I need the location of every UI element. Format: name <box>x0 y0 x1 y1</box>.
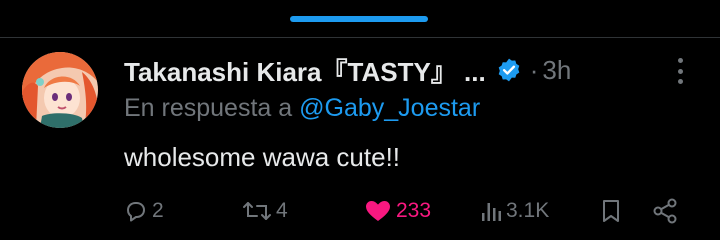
like-count: 233 <box>396 199 432 222</box>
reply-context: En respuesta a @Gaby_Joestar <box>124 94 480 128</box>
verified-badge-icon <box>496 57 522 83</box>
timestamp[interactable]: 3h <box>542 55 571 86</box>
action-bar: 2 4 233 3.1K <box>124 196 690 226</box>
author-name[interactable]: Takanashi Kiara『TASTY』 ... <box>124 52 486 89</box>
reply-handle-link[interactable]: @Gaby_Joestar <box>299 94 480 122</box>
reply-icon <box>124 199 148 223</box>
retweet-icon <box>242 199 272 223</box>
avatar[interactable] <box>22 52 98 128</box>
tweet-text: wholesome wawa cute!! <box>124 142 401 172</box>
bookmark-button[interactable] <box>600 196 622 226</box>
heart-icon <box>364 199 392 223</box>
like-button[interactable]: 233 <box>364 196 431 226</box>
retweet-button[interactable]: 4 <box>242 196 288 226</box>
bookmark-icon <box>600 198 622 224</box>
tweet-header: Takanashi Kiara『TASTY』 ... · 3h <box>124 52 684 88</box>
reply-count: 2 <box>152 199 164 222</box>
reply-prefix: En respuesta a <box>124 94 300 122</box>
active-tab-indicator <box>290 16 428 22</box>
more-icon[interactable] <box>670 56 690 86</box>
share-button[interactable] <box>652 196 680 226</box>
views-button[interactable]: 3.1K <box>480 196 549 226</box>
views-count: 3.1K <box>506 199 550 222</box>
top-divider <box>0 37 720 38</box>
views-icon <box>480 199 502 223</box>
share-icon <box>652 198 680 224</box>
reply-button[interactable]: 2 <box>124 196 164 226</box>
retweet-count: 4 <box>276 199 288 222</box>
separator-dot: · <box>529 54 539 85</box>
